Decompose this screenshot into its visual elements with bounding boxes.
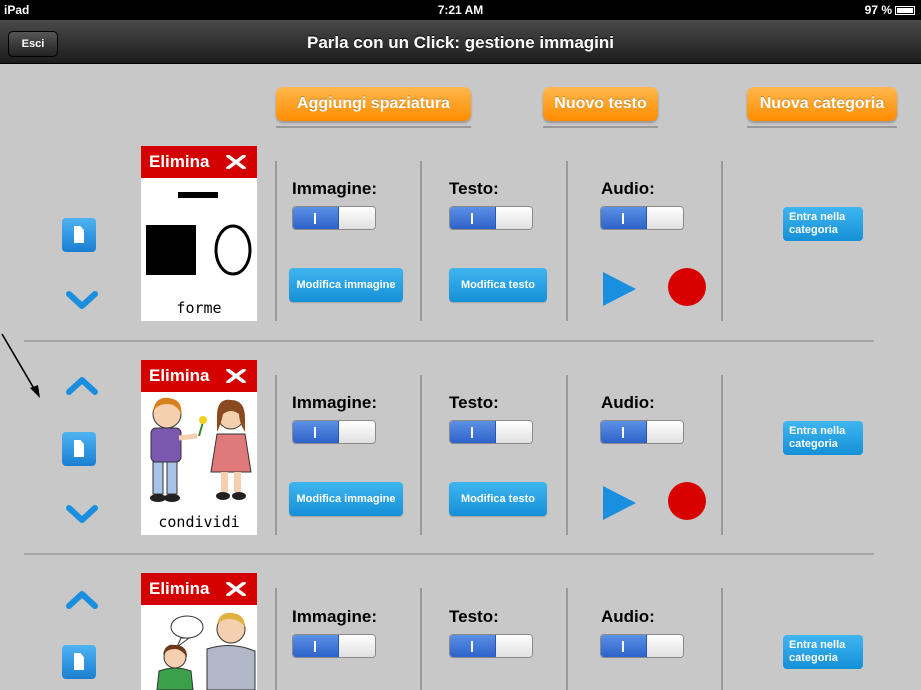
delete-x-icon xyxy=(226,369,246,383)
copy-button[interactable] xyxy=(62,218,96,252)
audio-toggle[interactable] xyxy=(600,206,684,230)
play-icon[interactable] xyxy=(601,485,637,521)
audio-toggle[interactable] xyxy=(600,634,684,658)
move-down-icon[interactable] xyxy=(65,503,99,525)
image-card[interactable]: Elimina xyxy=(141,573,257,690)
adult-child-talking-picture xyxy=(156,612,256,690)
move-down-icon[interactable] xyxy=(65,289,99,311)
divider xyxy=(566,375,568,535)
image-label: Immagine: xyxy=(292,607,378,626)
image-toggle[interactable] xyxy=(292,634,376,658)
divider xyxy=(721,588,723,690)
edit-text-button[interactable]: Modifica testo xyxy=(449,268,547,302)
move-up-icon[interactable] xyxy=(65,375,99,397)
annotation-arrow-icon xyxy=(1,333,40,398)
row-divider xyxy=(24,553,874,555)
document-icon xyxy=(74,653,84,670)
text-label: Testo: xyxy=(449,393,499,412)
text-label: Testo: xyxy=(449,607,499,626)
edit-text-button[interactable]: Modifica testo xyxy=(449,482,547,516)
copy-button[interactable] xyxy=(62,645,96,679)
edit-image-button[interactable]: Modifica immagine xyxy=(289,482,403,516)
record-button[interactable] xyxy=(668,268,706,306)
card-label: condividi xyxy=(158,513,240,531)
image-label: Immagine: xyxy=(292,393,378,412)
card-label: forme xyxy=(176,299,222,317)
divider xyxy=(420,375,422,535)
document-icon xyxy=(74,226,84,243)
delete-x-icon xyxy=(226,582,246,596)
enter-category-button[interactable]: Entra nella categoria xyxy=(783,635,863,669)
image-row: Elimina Immagine: Testo: Audio: Entra ne… xyxy=(0,0,921,690)
move-up-icon[interactable] xyxy=(65,589,99,611)
shapes-picture xyxy=(146,192,252,276)
divider xyxy=(566,588,568,690)
image-toggle[interactable] xyxy=(292,206,376,230)
audio-label: Audio: xyxy=(601,393,655,412)
divider xyxy=(420,588,422,690)
delete-button[interactable]: Elimina xyxy=(141,573,257,605)
enter-category-button[interactable]: Entra nella categoria xyxy=(783,421,863,455)
children-sharing-picture xyxy=(150,397,252,502)
text-toggle[interactable] xyxy=(449,420,533,444)
delete-button[interactable]: Elimina xyxy=(141,360,257,392)
edit-image-button[interactable]: Modifica immagine xyxy=(289,268,403,302)
divider xyxy=(275,375,277,535)
divider xyxy=(275,588,277,690)
play-icon[interactable] xyxy=(601,271,637,307)
row-divider xyxy=(24,340,874,342)
image-toggle[interactable] xyxy=(292,420,376,444)
delete-label: Elimina xyxy=(149,366,210,385)
document-icon xyxy=(74,440,84,457)
text-toggle[interactable] xyxy=(449,206,533,230)
copy-button[interactable] xyxy=(62,432,96,466)
audio-toggle[interactable] xyxy=(600,420,684,444)
delete-label: Elimina xyxy=(149,579,210,598)
divider xyxy=(721,375,723,535)
image-card[interactable]: Elimina condividi xyxy=(141,360,257,535)
record-button[interactable] xyxy=(668,482,706,520)
audio-label: Audio: xyxy=(601,607,655,626)
text-toggle[interactable] xyxy=(449,634,533,658)
enter-category-button[interactable]: Entra nella categoria xyxy=(783,207,863,241)
